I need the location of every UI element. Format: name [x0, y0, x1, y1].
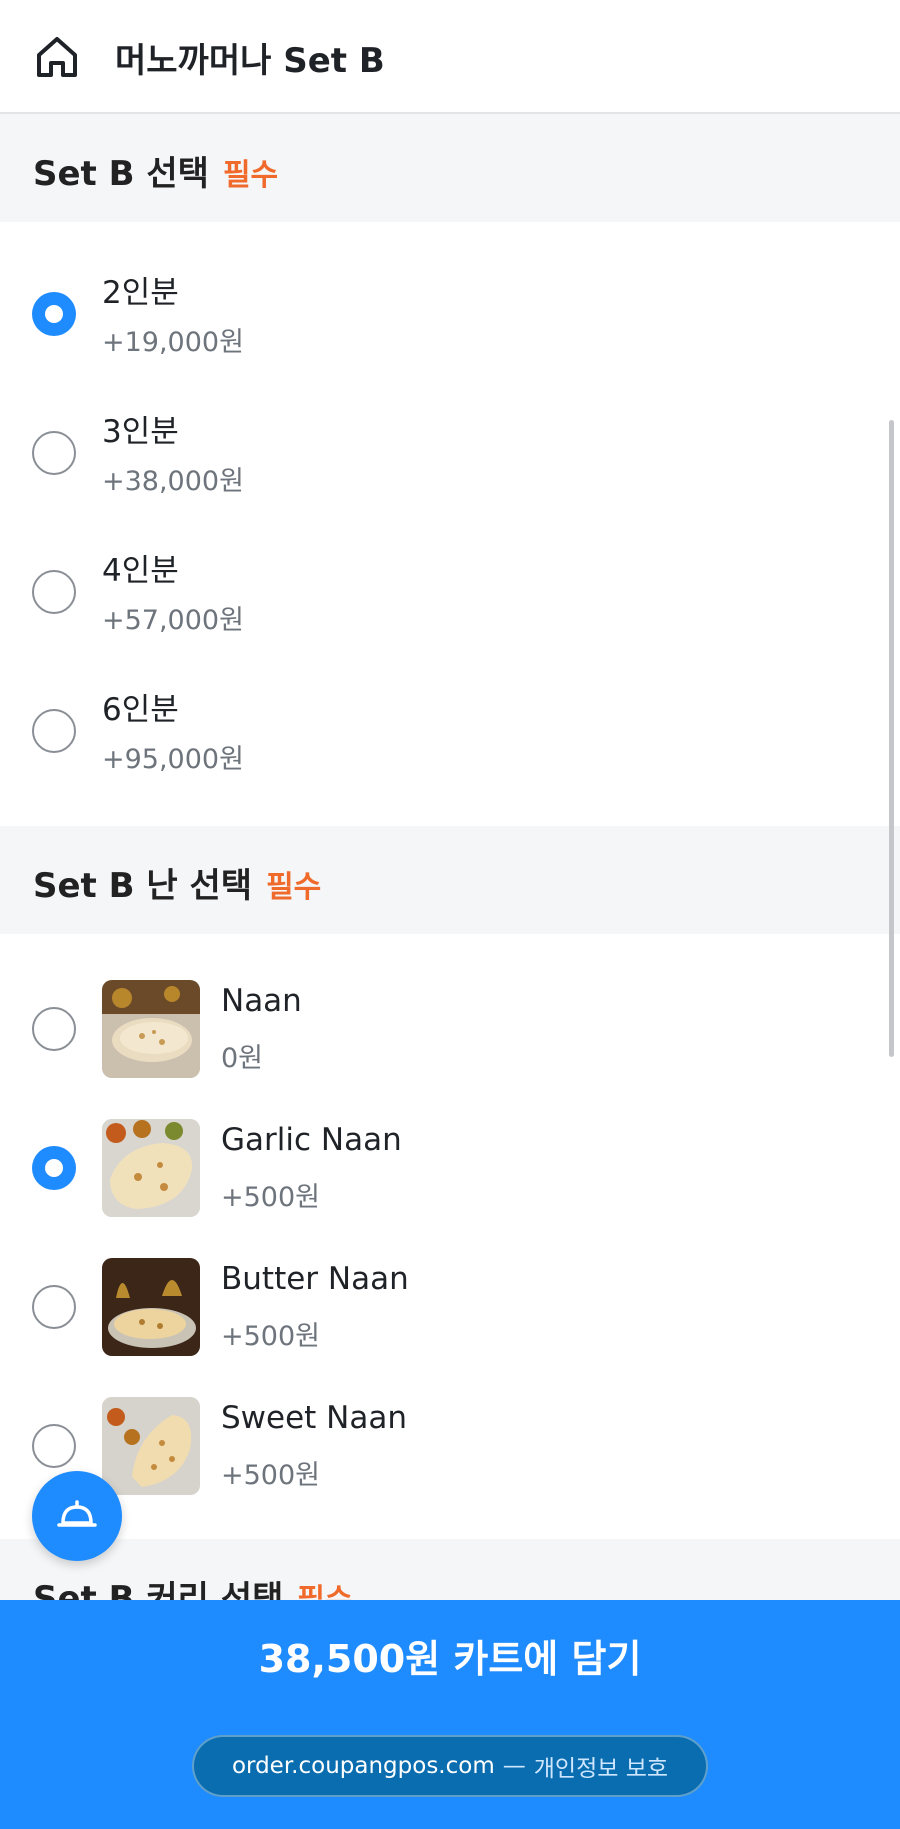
option-price: +38,000원 — [102, 466, 244, 497]
sweet-naan-photo — [102, 1397, 200, 1495]
option-butter-naan[interactable]: Butter Naan +500원 — [0, 1238, 900, 1377]
radio-button[interactable] — [32, 570, 76, 614]
option-price: +500원 — [221, 1460, 320, 1491]
option-name: Sweet Naan — [221, 1400, 408, 1436]
radio-button[interactable] — [32, 431, 76, 475]
radio-button[interactable] — [32, 1285, 76, 1329]
option-price: +57,000원 — [102, 605, 244, 636]
option-4-people[interactable]: 4인분 +57,000원 — [0, 525, 900, 664]
option-price: +95,000원 — [102, 744, 244, 775]
section-naan-header: Set B 난 선택 필수 — [0, 826, 900, 934]
cloche-icon — [57, 1500, 97, 1527]
required-badge: 필수 — [222, 158, 279, 193]
url-host: order.coupangpos.com — [231, 1753, 495, 1779]
naan-photo — [102, 980, 200, 1078]
scrollbar[interactable] — [889, 420, 894, 1057]
radio-button[interactable] — [32, 1007, 76, 1051]
section-title: Set B 난 선택 — [33, 866, 253, 906]
option-name: Butter Naan — [221, 1261, 409, 1297]
option-naan[interactable]: Naan 0원 — [0, 960, 900, 1099]
page-title: 머노까머나 Set B — [115, 41, 385, 81]
option-sweet-naan[interactable]: Sweet Naan +500원 — [0, 1377, 900, 1516]
option-name: 2인분 — [102, 275, 179, 311]
section-title: Set B 커리 선택 — [33, 1579, 284, 1600]
add-to-cart-button[interactable]: 38,500원 카트에 담기 — [0, 1600, 900, 1710]
required-badge: 필수 — [297, 1583, 352, 1600]
bottom-bar: 38,500원 카트에 담기 order.coupangpos.com — 개인… — [0, 1600, 900, 1829]
option-3-people[interactable]: 3인분 +38,000원 — [0, 386, 900, 525]
option-2-people[interactable]: 2인분 +19,000원 — [0, 247, 900, 386]
section-title: Set B 선택 — [33, 154, 209, 194]
option-name: 3인분 — [102, 414, 179, 450]
url-separator: — — [502, 1753, 526, 1779]
url-pill[interactable]: order.coupangpos.com — 개인정보 보호 — [192, 1735, 708, 1797]
radio-button[interactable] — [32, 292, 76, 336]
privacy-note: 개인정보 보호 — [533, 1756, 669, 1782]
garlic-naan-photo — [102, 1119, 200, 1217]
section-set-size-header: Set B 선택 필수 — [0, 114, 900, 222]
option-garlic-naan[interactable]: Garlic Naan +500원 — [0, 1099, 900, 1238]
option-name: 6인분 — [102, 692, 179, 728]
radio-button[interactable] — [32, 1424, 76, 1468]
radio-button[interactable] — [32, 709, 76, 753]
home-icon[interactable] — [34, 34, 80, 80]
option-name: Garlic Naan — [221, 1122, 402, 1158]
top-bar: 머노까머나 Set B — [0, 0, 900, 114]
butter-naan-photo — [102, 1258, 200, 1356]
required-badge: 필수 — [266, 870, 322, 905]
option-price: +500원 — [221, 1321, 320, 1352]
option-name: 4인분 — [102, 553, 179, 589]
option-price: +500원 — [221, 1182, 320, 1213]
section-curry-header: Set B 커리 선택 필수 — [0, 1539, 900, 1600]
option-price: +19,000원 — [102, 327, 244, 358]
option-name: Naan — [221, 983, 302, 1019]
option-price: 0원 — [221, 1043, 264, 1074]
option-6-people[interactable]: 6인분 +95,000원 — [0, 664, 900, 803]
cloche-button[interactable] — [32, 1471, 122, 1561]
radio-button[interactable] — [32, 1146, 76, 1190]
